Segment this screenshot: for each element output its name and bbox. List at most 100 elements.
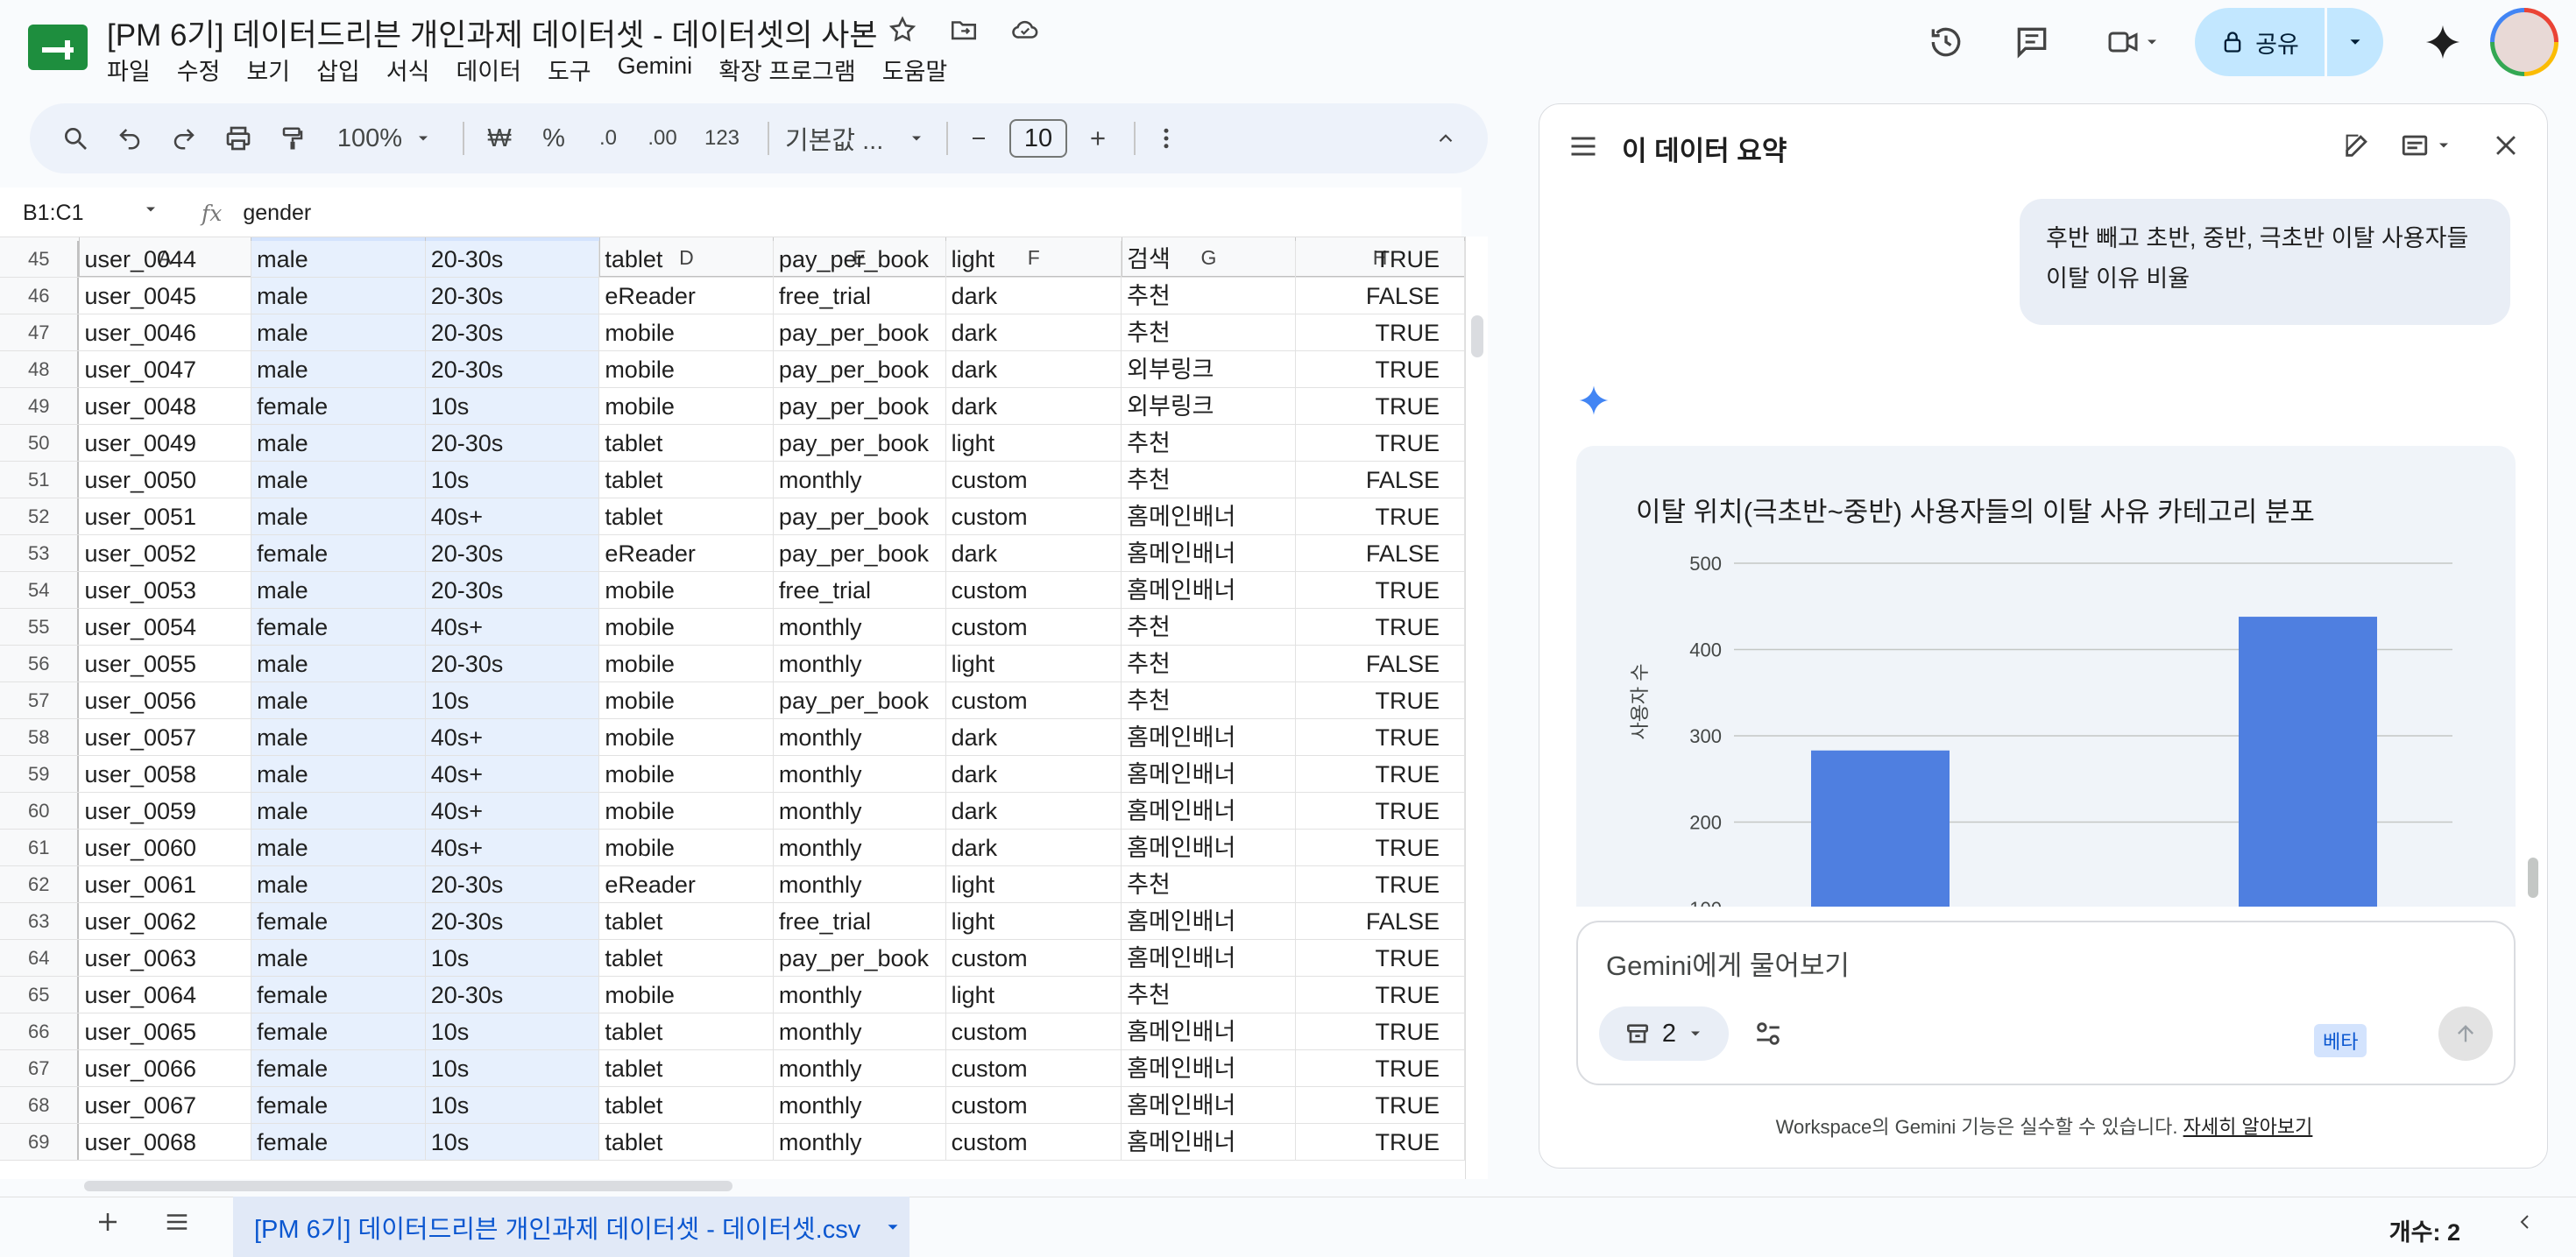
spreadsheet-grid[interactable]: A B C D E F G H 45user_0044male20-30stab… (0, 237, 1465, 1179)
cell-a[interactable]: user_0064 (79, 977, 252, 1013)
cell-b[interactable]: female (251, 1124, 426, 1160)
cell-c[interactable]: 20-30s (425, 903, 600, 939)
explore-collapse-icon[interactable] (2515, 1209, 2536, 1242)
cell-f[interactable]: custom (946, 609, 1122, 645)
cell-h[interactable]: TRUE (1296, 1087, 1465, 1123)
cell-e[interactable]: monthly (774, 462, 946, 498)
number-format-button[interactable]: 123 (697, 112, 747, 165)
row-number[interactable]: 53 (0, 535, 80, 571)
cell-d[interactable]: mobile (599, 351, 774, 387)
cell-f[interactable]: light (946, 977, 1122, 1013)
cell-a[interactable]: user_0067 (79, 1087, 252, 1123)
cell-f[interactable]: light (946, 241, 1122, 277)
all-sheets-icon[interactable] (163, 1209, 191, 1242)
cell-c[interactable]: 20-30s (425, 646, 600, 681)
chart-bar[interactable] (2239, 617, 2377, 907)
chevron-down-icon[interactable] (883, 1218, 902, 1237)
hamburger-menu-icon[interactable] (1568, 131, 1599, 166)
more-options-icon[interactable] (1151, 112, 1181, 165)
cell-g[interactable]: 홈메인배너 (1122, 498, 1296, 534)
cell-c[interactable]: 10s (425, 388, 600, 424)
cell-d[interactable]: mobile (599, 682, 774, 718)
cell-d[interactable]: mobile (599, 388, 774, 424)
document-title[interactable]: [PM 6기] 데이터드리븐 개인과제 데이터셋 - 데이터셋의 사본 (107, 11, 878, 55)
cell-e[interactable]: monthly (774, 1013, 946, 1049)
cell-g[interactable]: 홈메인배너 (1122, 572, 1296, 608)
cell-h[interactable]: TRUE (1296, 351, 1465, 387)
cell-g[interactable]: 외부링크 (1122, 388, 1296, 424)
cell-e[interactable]: monthly (774, 866, 946, 902)
row-number[interactable]: 60 (0, 793, 80, 829)
cell-b[interactable]: female (251, 535, 426, 571)
cell-d[interactable]: eReader (599, 535, 774, 571)
cell-c[interactable]: 10s (425, 940, 600, 976)
cell-g[interactable]: 홈메인배너 (1122, 535, 1296, 571)
cell-c[interactable]: 20-30s (425, 977, 600, 1013)
row-number[interactable]: 51 (0, 462, 80, 498)
currency-format-button[interactable]: ₩ (480, 112, 519, 165)
row-number[interactable]: 48 (0, 351, 80, 387)
cell-a[interactable]: user_0060 (79, 830, 252, 865)
horizontal-scrollbar[interactable] (81, 1177, 1465, 1193)
cell-g[interactable]: 홈메인배너 (1122, 1124, 1296, 1160)
cell-b[interactable]: female (251, 977, 426, 1013)
cell-a[interactable]: user_0050 (79, 462, 252, 498)
cell-h[interactable]: TRUE (1296, 756, 1465, 792)
row-number[interactable]: 54 (0, 572, 80, 608)
cell-e[interactable]: monthly (774, 646, 946, 681)
cell-e[interactable]: pay_per_book (774, 314, 946, 350)
row-number[interactable]: 56 (0, 646, 80, 681)
cell-e[interactable]: pay_per_book (774, 682, 946, 718)
cell-f[interactable]: light (946, 903, 1122, 939)
cell-a[interactable]: user_0063 (79, 940, 252, 976)
redo-icon[interactable] (165, 112, 203, 165)
cell-e[interactable]: monthly (774, 793, 946, 829)
history-icon[interactable] (1918, 7, 1974, 77)
send-button[interactable] (2438, 1006, 2493, 1061)
cell-d[interactable]: mobile (599, 609, 774, 645)
cell-a[interactable]: user_0062 (79, 903, 252, 939)
cell-a[interactable]: user_0053 (79, 572, 252, 608)
chart-bar[interactable] (1811, 750, 1950, 907)
cell-c[interactable]: 20-30s (425, 425, 600, 461)
cell-c[interactable]: 10s (425, 1013, 600, 1049)
cell-f[interactable]: custom (946, 498, 1122, 534)
menu-tools[interactable]: 도구 (548, 53, 591, 87)
row-number[interactable]: 52 (0, 498, 80, 534)
cell-d[interactable]: tablet (599, 1124, 774, 1160)
cell-g[interactable]: 홈메인배너 (1122, 903, 1296, 939)
cell-h[interactable]: TRUE (1296, 793, 1465, 829)
cell-c[interactable]: 40s+ (425, 830, 600, 865)
cell-b[interactable]: male (251, 830, 426, 865)
cell-g[interactable]: 추천 (1122, 609, 1296, 645)
cloud-status-icon[interactable] (1008, 12, 1043, 47)
cell-f[interactable]: dark (946, 388, 1122, 424)
move-folder-icon[interactable] (946, 12, 981, 47)
cell-a[interactable]: user_0046 (79, 314, 252, 350)
search-icon[interactable] (56, 112, 95, 165)
cell-f[interactable]: dark (946, 351, 1122, 387)
cell-f[interactable]: dark (946, 719, 1122, 755)
cell-c[interactable]: 40s+ (425, 719, 600, 755)
cell-h[interactable]: TRUE (1296, 866, 1465, 902)
cell-g[interactable]: 홈메인배너 (1122, 719, 1296, 755)
cell-a[interactable]: user_0059 (79, 793, 252, 829)
cell-f[interactable]: dark (946, 314, 1122, 350)
close-icon[interactable] (2491, 131, 2521, 165)
cell-g[interactable]: 외부링크 (1122, 351, 1296, 387)
cell-b[interactable]: male (251, 351, 426, 387)
increase-decimal-button[interactable]: .00 (643, 112, 682, 165)
cell-e[interactable]: pay_per_book (774, 388, 946, 424)
cell-e[interactable]: free_trial (774, 903, 946, 939)
decrease-decimal-button[interactable]: .0 (589, 112, 627, 165)
cell-h[interactable]: TRUE (1296, 498, 1465, 534)
cell-e[interactable]: free_trial (774, 572, 946, 608)
row-number[interactable]: 58 (0, 719, 80, 755)
learn-more-link[interactable]: 자세히 알아보기 (2183, 1116, 2313, 1138)
row-number[interactable]: 64 (0, 940, 80, 976)
cell-b[interactable]: male (251, 278, 426, 314)
paint-format-icon[interactable] (273, 112, 312, 165)
cell-d[interactable]: tablet (599, 1013, 774, 1049)
cell-h[interactable]: FALSE (1296, 646, 1465, 681)
cell-g[interactable]: 추천 (1122, 278, 1296, 314)
